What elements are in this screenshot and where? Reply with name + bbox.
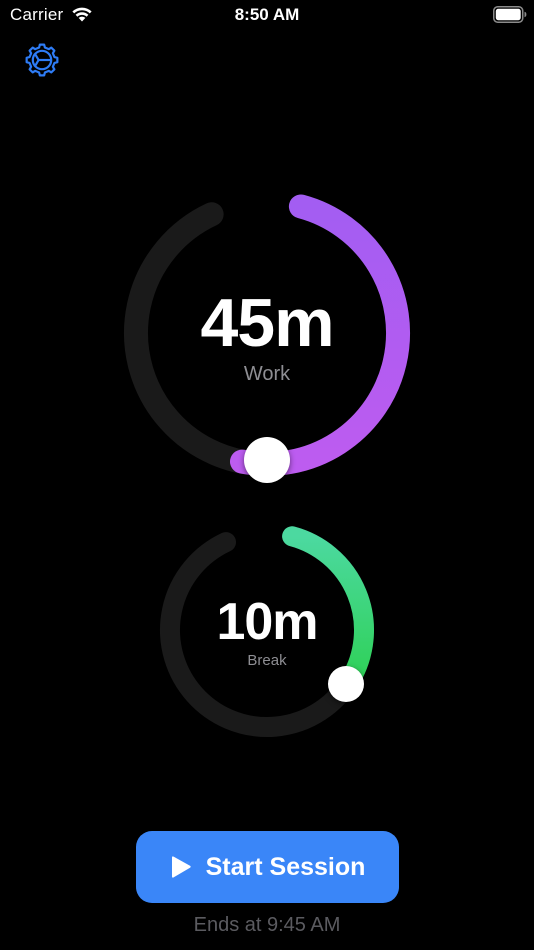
status-bar: Carrier 8:50 AM: [0, 0, 534, 30]
battery-full-icon: [493, 6, 527, 23]
work-duration-value: 45m: [200, 285, 334, 361]
work-label: Work: [243, 363, 291, 385]
play-icon: [171, 856, 191, 878]
settings-button[interactable]: [24, 42, 60, 78]
status-time: 8:50 AM: [234, 5, 300, 24]
start-session-label: Start Session: [205, 852, 366, 881]
break-timer-ring[interactable]: 10m Break: [149, 512, 385, 748]
start-session-button[interactable]: Start Session: [136, 831, 399, 903]
break-duration-value: 10m: [216, 593, 318, 651]
gear-icon: [25, 43, 59, 77]
break-slider-handle[interactable]: [328, 666, 364, 702]
session-end-time: Ends at 9:45 AM: [193, 914, 341, 936]
work-slider-handle[interactable]: [244, 437, 290, 483]
